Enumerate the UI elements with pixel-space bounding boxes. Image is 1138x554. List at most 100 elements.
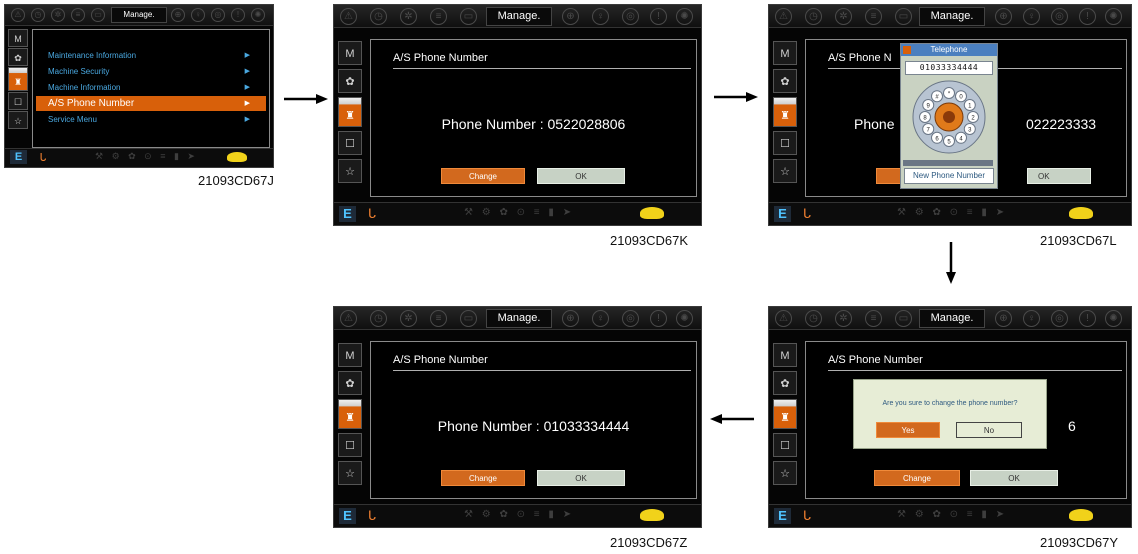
rotary-dial[interactable]: *0123456789# — [909, 79, 989, 155]
menu-item-maintenance[interactable]: Maintenance Information ▶ — [36, 48, 266, 63]
side-menu-favorites[interactable]: ☆ — [773, 159, 797, 183]
menu-panel: Maintenance Information ▶ Machine Securi… — [32, 29, 270, 148]
side-menu-settings[interactable]: ✿ — [338, 69, 362, 93]
side-menu-m[interactable]: M — [338, 343, 362, 367]
menu-item-machine-info[interactable]: Machine Information ▶ — [36, 80, 266, 95]
top-status-bar: ⚠ ◷ ✲ ≡ ▭ Manage. ⊕ ♀ ◎ ! ✺ — [769, 307, 1131, 330]
sprocket-icon: ✲ — [400, 310, 417, 327]
grid-icon: ≡ — [865, 310, 882, 327]
side-menu-user[interactable]: ♜ — [773, 97, 797, 127]
warning-icon: ⚠ — [775, 8, 792, 25]
side-menu-display[interactable]: ☐ — [773, 131, 797, 155]
screen-phone-number: ⚠ ◷ ✲ ≡ ▭ Manage. ⊕ ♀ ◎ ! ✺ M ✿ ♜ ☐ ☆ A/… — [333, 4, 702, 226]
content-panel: A/S Phone Number Phone Number : 05220288… — [370, 39, 697, 197]
page-title: A/S Phone Number — [828, 354, 923, 366]
thermometer-icon: ♀ — [191, 8, 205, 22]
screen-title: Manage. — [486, 309, 552, 328]
arrow-right-icon — [714, 92, 758, 102]
title-divider — [393, 370, 691, 371]
sprocket-icon: ✲ — [835, 8, 852, 25]
alert-circle-icon: ! — [1079, 8, 1096, 25]
battery-icon: ▭ — [91, 8, 105, 22]
filter-icon: ◷ — [370, 8, 387, 25]
eco-mode-indicator: E — [339, 206, 356, 222]
phone-number-text-right: 022223333 — [1026, 116, 1097, 132]
coolant-icon: ◎ — [1051, 8, 1068, 25]
side-menu-settings[interactable]: ✿ — [338, 371, 362, 395]
bottom-status-bar: E ᒐ ⚒ ⚙ ✿ ⊙ ≡ ▮ ➤ — [769, 202, 1131, 225]
turtle-icon — [1069, 509, 1093, 521]
status-icons: ⚒ ⚙ ✿ ⊙ ≡ ▮ ➤ — [464, 509, 575, 520]
telephone-number-field[interactable]: 01033334444 — [905, 61, 993, 75]
menu-item-as-phone[interactable]: A/S Phone Number ▶ — [36, 96, 266, 111]
arrow-left-icon — [710, 414, 754, 424]
crane-icon: ᒐ — [367, 508, 377, 523]
telephone-footer-bar — [903, 160, 993, 166]
grid-icon: ≡ — [71, 8, 85, 22]
side-menu-user[interactable]: ♜ — [773, 399, 797, 429]
side-menu-settings[interactable]: ✿ — [8, 48, 28, 66]
menu-item-label: Machine Security — [48, 67, 110, 76]
side-menu-favorites[interactable]: ☆ — [338, 461, 362, 485]
page-title: A/S Phone Number — [393, 354, 488, 366]
thermometer-icon: ♀ — [592, 310, 609, 327]
sprocket-icon: ✲ — [51, 8, 65, 22]
yes-button[interactable]: Yes — [876, 422, 940, 438]
menu-item-service[interactable]: Service Menu ▶ — [36, 112, 266, 127]
side-menu-settings[interactable]: ✿ — [773, 69, 797, 93]
warning-icon: ⚠ — [340, 310, 357, 327]
menu-item-security[interactable]: Machine Security ▶ — [36, 64, 266, 79]
telephone-header: Telephone — [901, 44, 997, 56]
screen-menu: ⚠ ◷ ✲ ≡ ▭ Manage. ⊕ ♀ ◎ ! ✺ M ✿ ♜ ☐ ☆ Ma… — [4, 4, 274, 168]
ok-button[interactable]: OK — [537, 470, 625, 486]
chevron-right-icon: ▶ — [244, 100, 250, 107]
battery-icon: ▭ — [895, 8, 912, 25]
screen-title: Manage. — [919, 309, 985, 328]
gear-icon: ✺ — [251, 8, 265, 22]
arrow-down-icon — [946, 242, 956, 284]
alert-circle-icon: ! — [1079, 310, 1096, 327]
side-menu-m[interactable]: M — [338, 41, 362, 65]
side-menu-display[interactable]: ☐ — [338, 131, 362, 155]
coolant-icon: ◎ — [622, 8, 639, 25]
side-menu-favorites[interactable]: ☆ — [773, 461, 797, 485]
side-menu-settings[interactable]: ✿ — [773, 371, 797, 395]
side-menu-user[interactable]: ♜ — [8, 67, 28, 91]
ok-button[interactable]: OK — [1027, 168, 1091, 184]
new-phone-number-button[interactable]: New Phone Number — [904, 168, 994, 184]
fuel-icon: ⊕ — [562, 310, 579, 327]
ok-button[interactable]: OK — [970, 470, 1058, 486]
eco-mode-indicator: E — [339, 508, 356, 524]
chevron-right-icon: ▶ — [244, 52, 250, 59]
caption-k: 21093CD67K — [610, 233, 689, 248]
side-menu-display[interactable]: ☐ — [338, 433, 362, 457]
screen-title: Manage. — [486, 7, 552, 26]
change-button[interactable]: Change — [441, 470, 525, 486]
status-icons: ⚒ ⚙ ✿ ⊙ ≡ ▮ ➤ — [95, 151, 198, 161]
side-menu-m[interactable]: M — [8, 29, 28, 47]
side-menu-favorites[interactable]: ☆ — [338, 159, 362, 183]
side-menu-m[interactable]: M — [773, 343, 797, 367]
bottom-status-bar: E ᒐ ⚒ ⚙ ✿ ⊙ ≡ ▮ ➤ — [334, 202, 701, 225]
crane-icon: ᒐ — [802, 206, 812, 221]
thermometer-icon: ♀ — [1023, 8, 1040, 25]
caption-z: 21093CD67Z — [610, 535, 688, 550]
side-menu-favorites[interactable]: ☆ — [8, 111, 28, 129]
content-panel: A/S Phone Number Phone Number : 01033334… — [370, 341, 697, 499]
screen-title: Manage. — [111, 7, 167, 23]
telephone-popup: Telephone 01033334444 * 0 1 2 3 4 5 6 7 8 9 # New P… — [900, 43, 998, 189]
thermometer-icon: ♀ — [1023, 310, 1040, 327]
confirm-dialog: Are you sure to change the phone number?… — [853, 379, 1047, 449]
caption-y: 21093CD67Y — [1040, 535, 1119, 550]
no-button[interactable]: No — [956, 422, 1022, 438]
change-button[interactable]: Change — [874, 470, 960, 486]
side-menu-user[interactable]: ♜ — [338, 399, 362, 429]
change-button[interactable]: Change — [441, 168, 525, 184]
ok-button[interactable]: OK — [537, 168, 625, 184]
arrow-right-icon — [284, 94, 328, 104]
side-menu-user[interactable]: ♜ — [338, 97, 362, 127]
side-menu-display[interactable]: ☐ — [773, 433, 797, 457]
side-menu-m[interactable]: M — [773, 41, 797, 65]
side-menu-display[interactable]: ☐ — [8, 92, 28, 110]
warning-icon: ⚠ — [340, 8, 357, 25]
